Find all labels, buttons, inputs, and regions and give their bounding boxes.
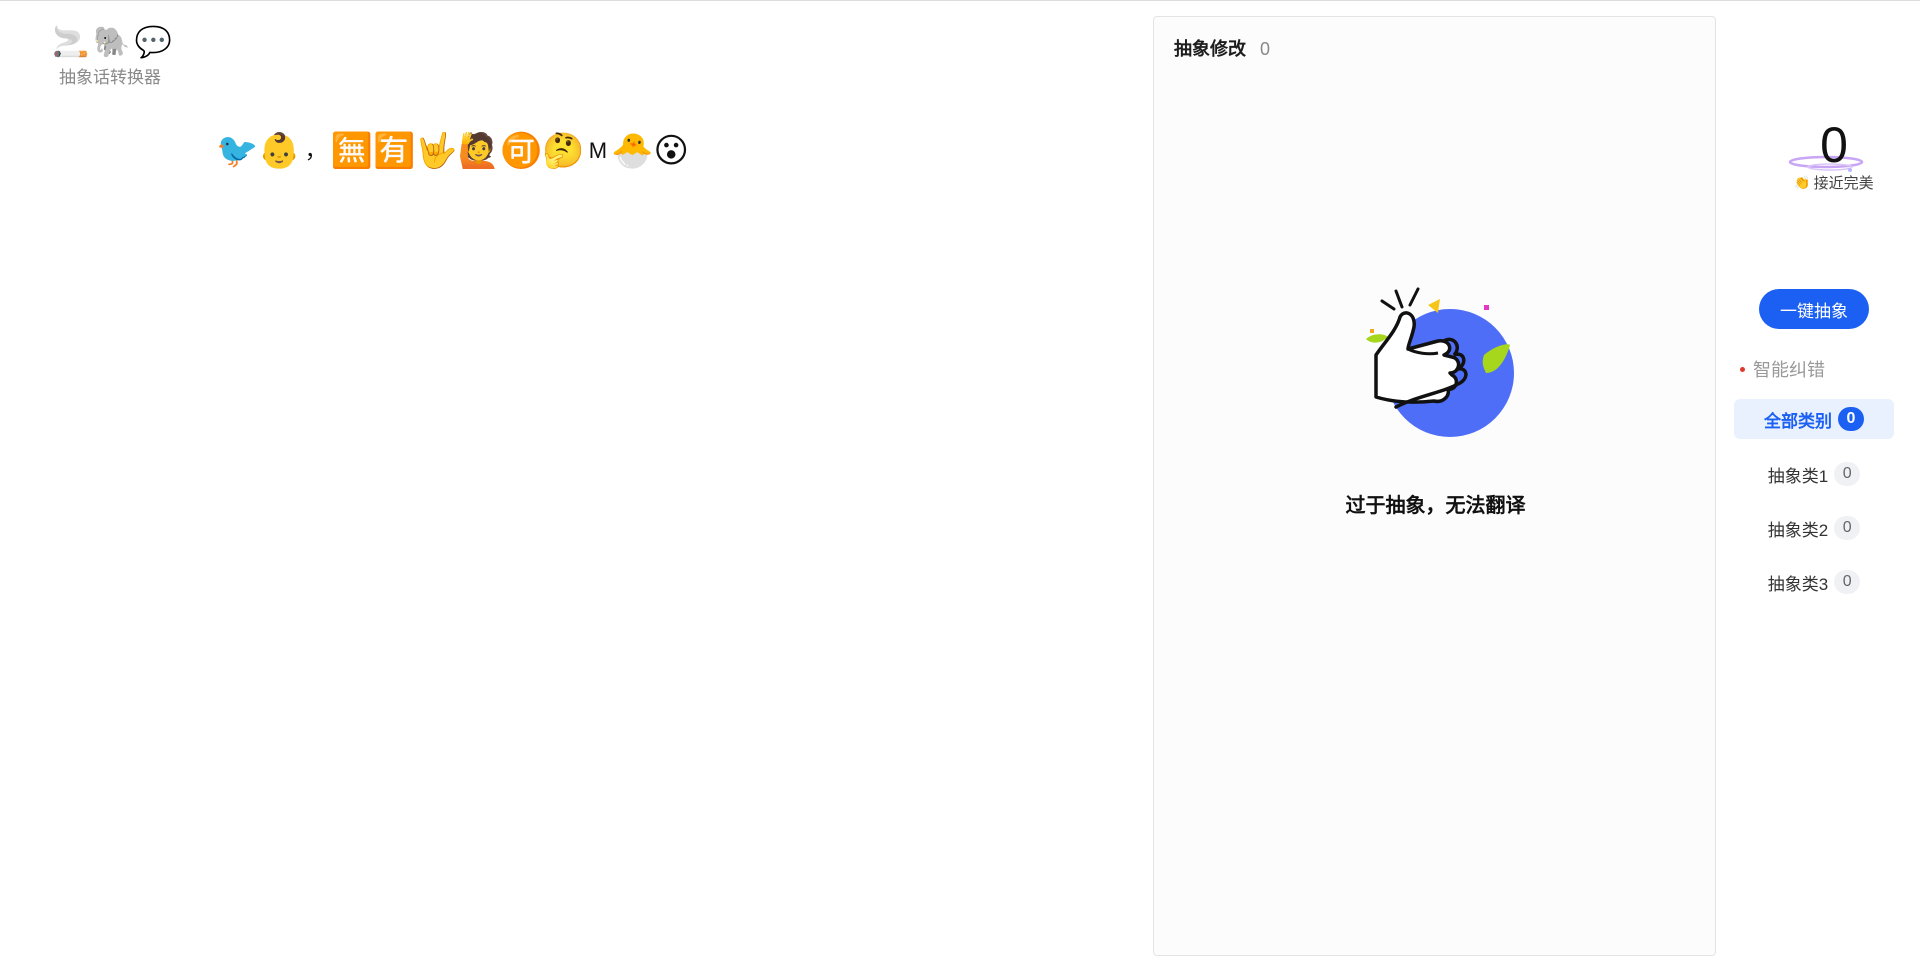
score-value: 0 — [1820, 117, 1848, 173]
suggestion-panel: 抽象修改 0 过于抽象，无法翻译 — [1153, 16, 1716, 956]
top-divider — [0, 0, 1920, 1]
editor-char: 🐦 — [216, 131, 259, 171]
empty-state: 过于抽象，无法翻译 — [1154, 283, 1717, 518]
editor-char: 🉑 — [500, 131, 543, 171]
category-count-badge: 0 — [1834, 462, 1861, 486]
category-label: 抽象类1 — [1767, 466, 1829, 486]
status-dot — [1740, 366, 1745, 372]
editor-char: 🙋 — [457, 131, 501, 171]
editor-char: 🤔 — [542, 131, 585, 171]
logo-icons: 🚬 🐘 💬 — [52, 26, 174, 60]
empty-state-message: 过于抽象，无法翻译 — [1345, 495, 1526, 517]
editor-char: 🈚 — [330, 131, 374, 171]
category-label: 抽象类3 — [1767, 574, 1829, 594]
category-count-badge: 0 — [1834, 570, 1861, 594]
category-label: 全部类别 — [1764, 411, 1832, 431]
category-count-badge: 0 — [1834, 516, 1861, 540]
text-editor[interactable]: 🐦 👶 ， 🈚 🈶 🤟 🙋 🉑 🤔 M 🐣 😮 — [216, 128, 1116, 174]
ai-correct-toggle[interactable]: 智能纠错 — [1740, 356, 1825, 382]
right-sidebar: 0 👏 接近完美 一键抽象 智能纠错 全部类别 0 抽象类1 0 抽象类2 0 … — [1716, 0, 1920, 942]
editor-char: M — [588, 138, 608, 163]
category-label: 抽象类2 — [1767, 520, 1829, 540]
cigarette-icon: 🚬 — [52, 25, 90, 60]
panel-count: 0 — [1260, 39, 1271, 59]
editor-char: 👶 — [258, 131, 301, 171]
ai-correct-label: 智能纠错 — [1753, 360, 1825, 380]
editor-char: ， — [304, 138, 327, 163]
panel-title: 抽象修改 — [1174, 39, 1246, 59]
category-count-badge: 0 — [1838, 407, 1864, 431]
app-logo[interactable]: 🚬 🐘 💬 抽象话转换器 — [52, 26, 174, 88]
app-title: 抽象话转换器 — [59, 68, 161, 87]
speech-bubble-icon: 💬 — [134, 25, 173, 60]
elephant-icon: 🐘 — [93, 25, 131, 60]
editor-char: 🈶 — [373, 131, 416, 171]
score-widget: 0 👏 接近完美 — [1774, 118, 1894, 193]
editor-char: 😮 — [653, 131, 689, 171]
clapping-hands-illustration — [1365, 287, 1514, 437]
category-all[interactable]: 全部类别 0 — [1734, 399, 1894, 439]
category-1[interactable]: 抽象类1 0 — [1734, 454, 1894, 494]
panel-header: 抽象修改 0 — [1174, 35, 1270, 61]
editor-char: 🐣 — [611, 131, 654, 171]
editor-char: 🤟 — [415, 131, 458, 171]
clapping-hands-icon: 👏 — [1794, 174, 1811, 190]
category-3[interactable]: 抽象类3 0 — [1734, 562, 1894, 602]
category-2[interactable]: 抽象类2 0 — [1734, 508, 1894, 548]
one-click-abstract-button[interactable]: 一键抽象 — [1759, 289, 1869, 329]
